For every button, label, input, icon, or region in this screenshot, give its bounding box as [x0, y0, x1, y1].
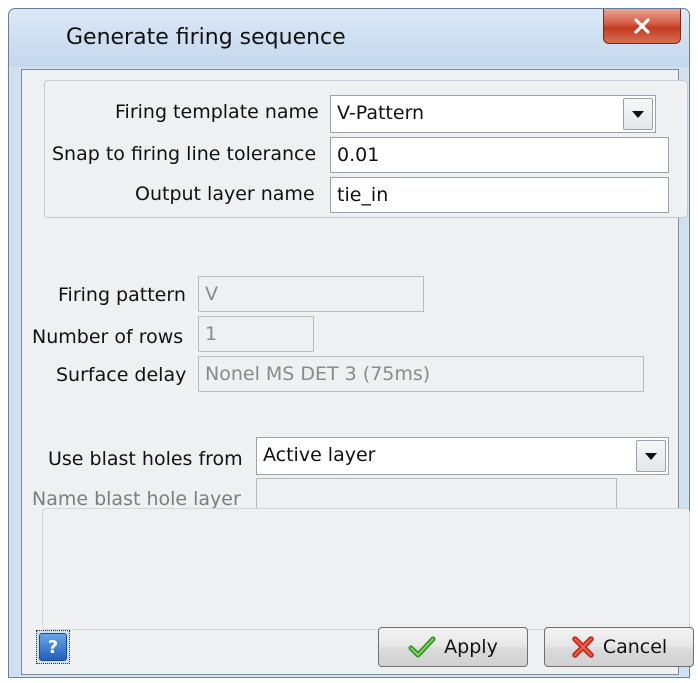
title-bar: Generate firing sequence	[9, 9, 689, 67]
use-blast-holes-dropdown-button[interactable]	[636, 440, 666, 472]
firing-template-dropdown-button[interactable]	[623, 98, 653, 130]
close-button[interactable]	[603, 9, 681, 44]
number-of-rows-label: Number of rows	[32, 326, 184, 348]
help-icon: ?	[39, 633, 67, 661]
dialog-client-area: Firing template name V-Pattern Snap to f…	[21, 69, 694, 675]
template-settings-group: Firing template name V-Pattern Snap to f…	[44, 80, 688, 218]
help-button[interactable]: ?	[36, 630, 70, 664]
number-of-rows-field: 1	[198, 316, 314, 352]
close-icon	[633, 18, 651, 34]
firing-template-label: Firing template name	[115, 101, 319, 123]
window-title: Generate firing sequence	[66, 25, 346, 50]
cancel-button-label: Cancel	[602, 636, 668, 658]
use-blast-holes-combo[interactable]: Active layer	[256, 437, 669, 475]
blast-hole-layer-label: Name blast hole layer	[32, 488, 241, 510]
snap-tolerance-input[interactable]: 0.01	[330, 137, 669, 173]
chevron-down-icon	[632, 110, 644, 118]
dialog-window: Generate firing sequence Firing template…	[8, 8, 694, 678]
output-layer-input[interactable]: tie_in	[330, 177, 669, 213]
firing-pattern-label: Firing pattern	[58, 284, 186, 306]
surface-delay-field: Nonel MS DET 3 (75ms)	[198, 356, 644, 392]
cancel-button[interactable]: Cancel	[544, 627, 694, 667]
firing-pattern-field: V	[198, 276, 424, 312]
checkmark-icon	[408, 635, 436, 659]
firing-template-value: V-Pattern	[337, 102, 425, 124]
empty-panel	[42, 508, 690, 630]
cross-icon	[571, 635, 595, 659]
use-blast-holes-label: Use blast holes from	[48, 448, 243, 470]
use-blast-holes-value: Active layer	[263, 444, 376, 466]
chevron-down-icon	[645, 452, 657, 460]
surface-delay-label: Surface delay	[56, 364, 187, 386]
apply-button[interactable]: Apply	[378, 627, 528, 667]
output-layer-label: Output layer name	[135, 183, 315, 205]
snap-tolerance-label: Snap to firing line tolerance	[52, 143, 317, 165]
apply-button-label: Apply	[444, 636, 498, 658]
firing-template-combo[interactable]: V-Pattern	[330, 95, 656, 133]
